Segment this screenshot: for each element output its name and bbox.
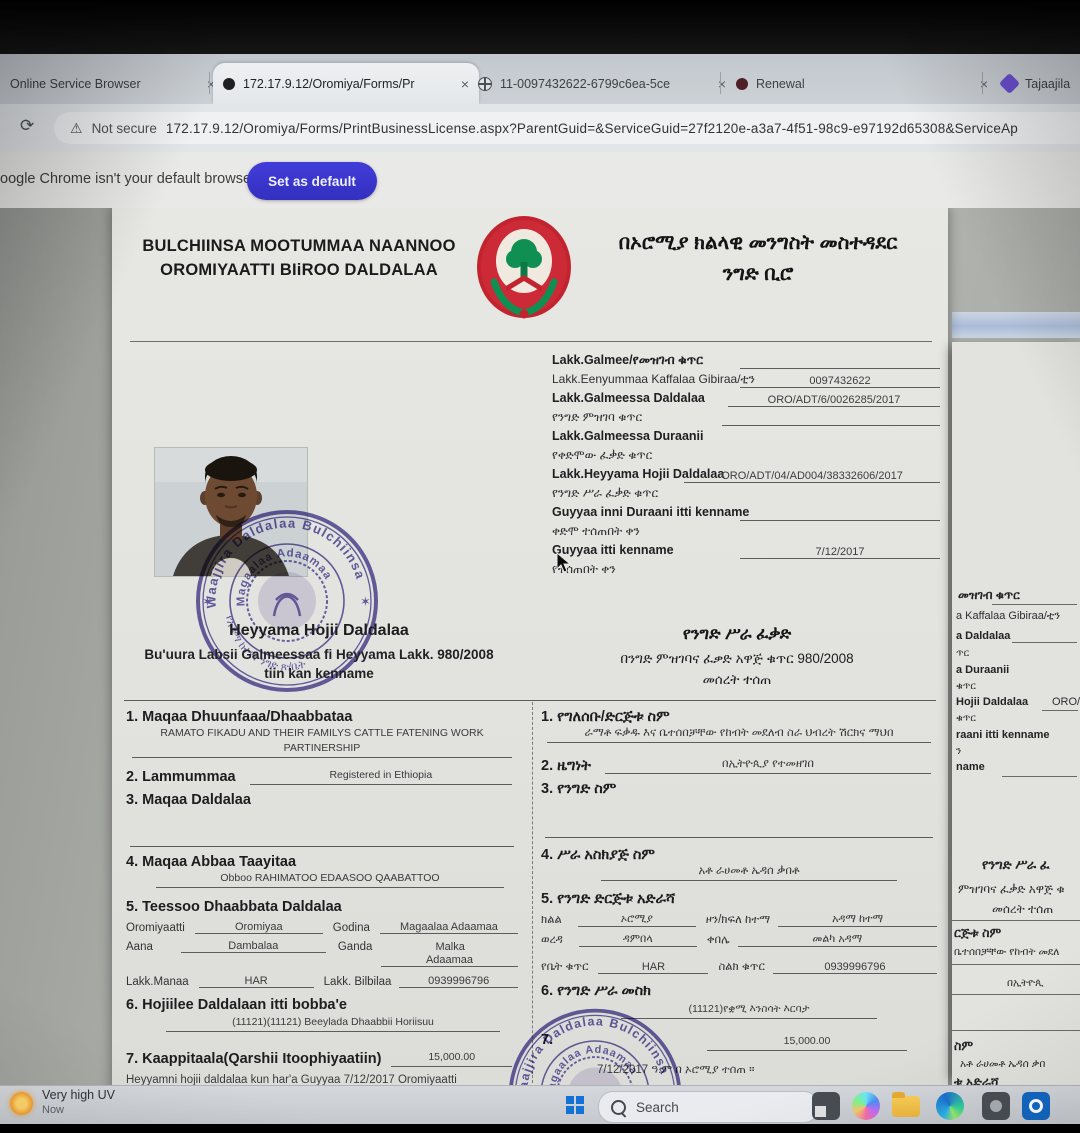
tab-close-icon[interactable]: × (455, 76, 469, 92)
mouse-cursor-icon (556, 552, 572, 574)
tab-close-icon[interactable]: × (974, 76, 988, 92)
header-divider (130, 341, 932, 342)
business-name-value: RAMATO FIKADU AND THEIR FAMILYS CATTLE F… (132, 726, 512, 758)
reload-icon[interactable]: ⟳ (20, 116, 34, 136)
tab-label: Online Service Browser (10, 77, 141, 91)
tab-separator (982, 72, 983, 94)
set-as-default-button[interactable]: Set as default (247, 162, 377, 200)
trade-name-blank-line (545, 819, 933, 838)
taskbar-search[interactable]: Search (598, 1091, 819, 1123)
trade-name-blank-line (130, 828, 514, 847)
nationality-value: Registered in Ethiopia (250, 768, 512, 785)
business-name-amharic-value: ራማቶ ፍቃዱ እና ቤተሰበቻቸው የከብት መደለብ ስራ ህብረት ሽርክ… (547, 726, 931, 743)
browser-viewport: BULCHIINSA MOOTUMMAA NAANNOO OROMIYAATTI… (0, 208, 1080, 1085)
not-secure-warning-icon: ⚠ (70, 120, 83, 137)
second-license-page: መዝገብ ቁጥር a Kaffalaa Gibiraa/ቲን a Daldala… (952, 342, 1080, 1085)
highlighted-row-band (952, 312, 1080, 338)
weather-subtitle: Now (42, 1103, 115, 1118)
search-placeholder: Search (636, 1100, 679, 1115)
window-icon[interactable] (812, 1092, 840, 1120)
business-field-value: (11121)(11121) Beeylada Dhaabbii Horiisu… (166, 1015, 500, 1032)
tab-print-license-active[interactable]: 172.17.9.12/Oromiya/Forms/Pr × (213, 63, 479, 104)
capital-value: 15,000.00 (391, 1050, 512, 1067)
svg-text:✶: ✶ (202, 594, 213, 609)
uv-sun-icon (10, 1092, 33, 1115)
windows-start-icon[interactable] (566, 1096, 584, 1114)
tab-tajaajila[interactable]: Tajaajila (992, 63, 1080, 104)
form-column-amharic: 1. የግለሰቡ/ድርጅቱ ስም ራማቶ ፍቃዱ እና ቤተሰበቻቸው የከብት… (532, 702, 937, 1085)
tab-separator (209, 72, 210, 94)
office-round-stamp: Waajjira Daldalaa Bulchiinsa Magaalaa Ad… (503, 1003, 688, 1085)
browser-toolbar: ⟳ ⚠ Not secure 172.17.9.12/Oromiya/Forms… (0, 104, 1080, 152)
favicon-site-icon (223, 78, 235, 90)
section-divider (124, 700, 936, 701)
banner-text: oogle Chrome isn't your default browser (0, 171, 256, 187)
screen-photo: Online Service Browser × 172.17.9.12/Oro… (0, 0, 1080, 1133)
tab-online-service-browser[interactable]: Online Service Browser × (0, 63, 225, 104)
address-bar[interactable]: ⚠ Not secure 172.17.9.12/Oromiya/Forms/P… (54, 112, 1080, 144)
monitor-top-bezel (0, 0, 1080, 54)
form-column-oromo: 1. Maqaa Dhuunfaaa/Dhaabbataa RAMATO FIK… (126, 702, 518, 1085)
favicon-globe-icon (478, 77, 492, 91)
manager-name-amharic-value: አቶ ራሀመቶ ኤዳሰ ቃበቶ (601, 864, 897, 881)
license-page: BULCHIINSA MOOTUMMAA NAANNOO OROMIYAATTI… (112, 208, 948, 1085)
copilot-icon[interactable] (852, 1092, 880, 1120)
outlook-icon[interactable] (1022, 1092, 1050, 1120)
edge-icon[interactable] (936, 1092, 964, 1120)
tab-label: Renewal (756, 77, 805, 91)
default-browser-banner: oogle Chrome isn't your default browser … (0, 152, 1080, 209)
favicon-site-icon (999, 73, 1020, 94)
address-grid-amharic: ክልል ኦሮሚያ ዞን/ክፍለ ከተማ አዳማ ከተማ ወረዳ ዳምበላ ቀበሌ… (541, 913, 937, 974)
tab-label: Tajaajila (1025, 77, 1070, 91)
browser-tab-strip: Online Service Browser × 172.17.9.12/Oro… (0, 54, 1080, 104)
windows-taskbar: Very high UV Now Search (0, 1085, 1080, 1126)
weather-title: Very high UV (42, 1088, 115, 1103)
tab-close-icon[interactable]: × (712, 76, 726, 92)
nationality-amharic-value: በኢትዮጲያ የተመዘገበ (605, 757, 931, 774)
tab-renewal[interactable]: Renewal × (726, 63, 998, 104)
address-grid: Oromiyaatti Oromiyaa Godina Magaalaa Ada… (126, 921, 518, 988)
file-explorer-icon[interactable] (892, 1096, 920, 1117)
org-name-latin: BULCHIINSA MOOTUMMAA NAANNOO OROMIYAATTI… (120, 234, 478, 282)
svg-text:✶: ✶ (360, 594, 371, 609)
org-name-amharic: በኦሮሚያ ክልላዊ መንግስት መስተዳደር ንግድ ቢሮ (578, 228, 938, 290)
magnifier-icon (611, 1100, 626, 1115)
weather-widget[interactable]: Very high UV Now (10, 1088, 115, 1118)
manager-name-value: Obboo RAHIMATOO EDAASOO QAABATTOO (156, 871, 504, 888)
tab-label: 172.17.9.12/Oromiya/Forms/Pr (243, 77, 415, 91)
not-secure-label[interactable]: Not secure (92, 121, 157, 136)
tab-payment-reference[interactable]: 11-0097432622-6799c6ea-5ce × (468, 63, 736, 104)
monitor-bottom-bezel (0, 1124, 1080, 1133)
url-text[interactable]: 172.17.9.12/Oromiya/Forms/PrintBusinessL… (166, 121, 1018, 136)
camera-icon[interactable] (982, 1092, 1010, 1120)
registration-numbers: Lakk.Galmee/የመዝገብ ቁጥር Lakk.Eenyummaa Kaf… (552, 352, 942, 580)
capital-amharic-value: 15,000.00 (707, 1034, 907, 1051)
license-title-amharic: የንግድ ሥራ ፈቃድ በንግድ ምዝገባና ፈቃድ አዋጅ ቁጥር 980/2… (536, 625, 938, 690)
oromia-trade-bureau-logo-icon (474, 214, 574, 320)
issue-note: Heyyamni hojii daldalaa kun har'a Guyyaa… (126, 1072, 518, 1085)
tab-label: 11-0097432622-6799c6ea-5ce (500, 77, 670, 91)
amharic-signing-block: 7. 15,000.00 7/12/2017 ዓ.ም በ ኦሮሚያ ተሰጠ ። … (541, 1019, 937, 1085)
license-title-latin: Heyyama Hojii Daldalaa Bu'uura Labsii Ga… (120, 622, 518, 683)
favicon-site-icon (736, 78, 748, 90)
tab-separator (720, 72, 721, 94)
